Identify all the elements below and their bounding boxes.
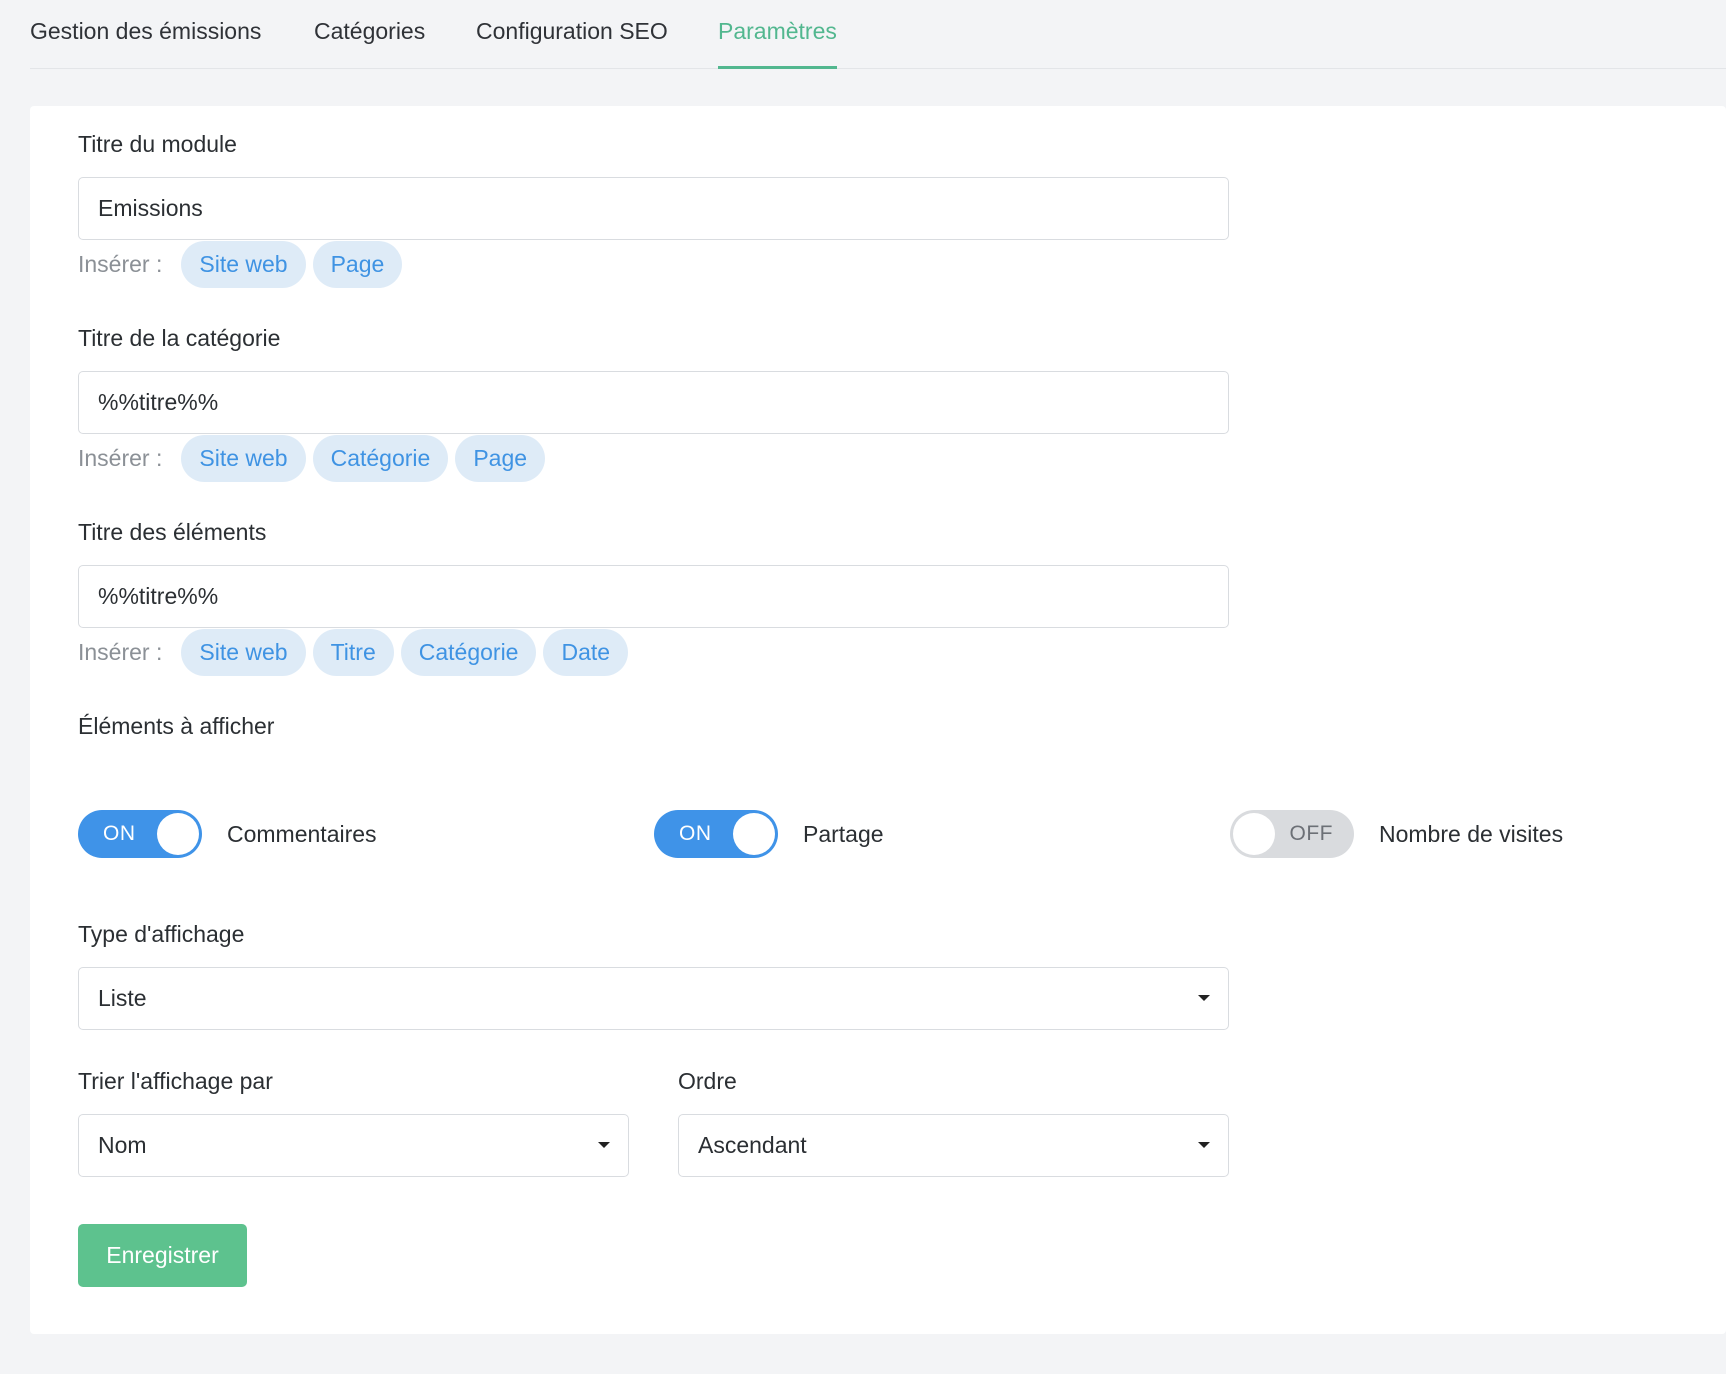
items-title-insert-row: Insérer : Site web Titre Catégorie Date	[78, 629, 629, 676]
caret-down-icon	[598, 1142, 610, 1148]
sort-by-value: Nom	[98, 1132, 147, 1158]
display-type-select[interactable]: Liste	[78, 967, 1229, 1030]
category-title-insert-row: Insérer : Site web Catégorie Page	[78, 435, 546, 482]
module-title-insert-row: Insérer : Site web Page	[78, 241, 403, 288]
settings-card: Titre du module Emissions Insérer : Site…	[30, 106, 1726, 1334]
tab-bar: Gestion des émissions Catégories Configu…	[30, 0, 1726, 69]
toggle-group-partage: ON Partage	[654, 810, 884, 858]
insert-chip-titre[interactable]: Titre	[312, 629, 394, 676]
insert-chip-site-web[interactable]: Site web	[181, 629, 306, 676]
insert-chip-page[interactable]: Page	[312, 241, 403, 288]
toggle-state-label: OFF	[1289, 822, 1333, 845]
order-label: Ordre	[678, 1068, 737, 1094]
toggle-knob	[157, 813, 199, 855]
nombre-visites-toggle-label: Nombre de visites	[1379, 820, 1564, 847]
commentaires-toggle[interactable]: ON	[78, 810, 202, 858]
commentaires-toggle-label: Commentaires	[227, 820, 377, 847]
insert-label: Insérer :	[78, 251, 163, 277]
display-type-label: Type d'affichage	[78, 921, 245, 947]
category-title-input[interactable]: %%titre%%	[78, 371, 1229, 434]
partage-toggle[interactable]: ON	[654, 810, 778, 858]
display-elements-label: Éléments à afficher	[78, 713, 275, 739]
toggle-state-label: ON	[679, 822, 712, 845]
toggle-knob	[733, 813, 775, 855]
tab-gestion-emissions[interactable]: Gestion des émissions	[30, 18, 261, 69]
tab-configuration-seo[interactable]: Configuration SEO	[476, 18, 668, 69]
display-type-value: Liste	[98, 985, 147, 1011]
insert-chip-categorie[interactable]: Catégorie	[312, 435, 449, 482]
partage-toggle-label: Partage	[803, 820, 884, 847]
items-title-input[interactable]: %%titre%%	[78, 565, 1229, 628]
tab-parametres[interactable]: Paramètres	[718, 18, 837, 69]
save-button[interactable]: Enregistrer	[78, 1224, 247, 1287]
nombre-visites-toggle[interactable]: OFF	[1230, 810, 1354, 858]
tab-categories[interactable]: Catégories	[314, 18, 425, 69]
toggle-knob	[1233, 813, 1275, 855]
insert-chip-site-web[interactable]: Site web	[181, 241, 306, 288]
items-title-label: Titre des éléments	[78, 519, 267, 545]
sort-by-select[interactable]: Nom	[78, 1114, 629, 1177]
insert-chip-categorie[interactable]: Catégorie	[400, 629, 537, 676]
insert-label: Insérer :	[78, 639, 163, 665]
caret-down-icon	[1198, 995, 1210, 1001]
toggle-group-commentaires: ON Commentaires	[78, 810, 377, 858]
order-select[interactable]: Ascendant	[678, 1114, 1229, 1177]
order-value: Ascendant	[698, 1132, 807, 1158]
toggle-state-label: ON	[103, 822, 136, 845]
sort-by-label: Trier l'affichage par	[78, 1068, 273, 1094]
insert-chip-page[interactable]: Page	[455, 435, 546, 482]
insert-chip-site-web[interactable]: Site web	[181, 435, 306, 482]
insert-label: Insérer :	[78, 445, 163, 471]
module-title-label: Titre du module	[78, 131, 237, 157]
toggle-group-nombre-visites: OFF Nombre de visites	[1230, 810, 1563, 858]
insert-chip-date[interactable]: Date	[543, 629, 629, 676]
module-title-input[interactable]: Emissions	[78, 177, 1229, 240]
category-title-label: Titre de la catégorie	[78, 325, 281, 351]
caret-down-icon	[1198, 1142, 1210, 1148]
